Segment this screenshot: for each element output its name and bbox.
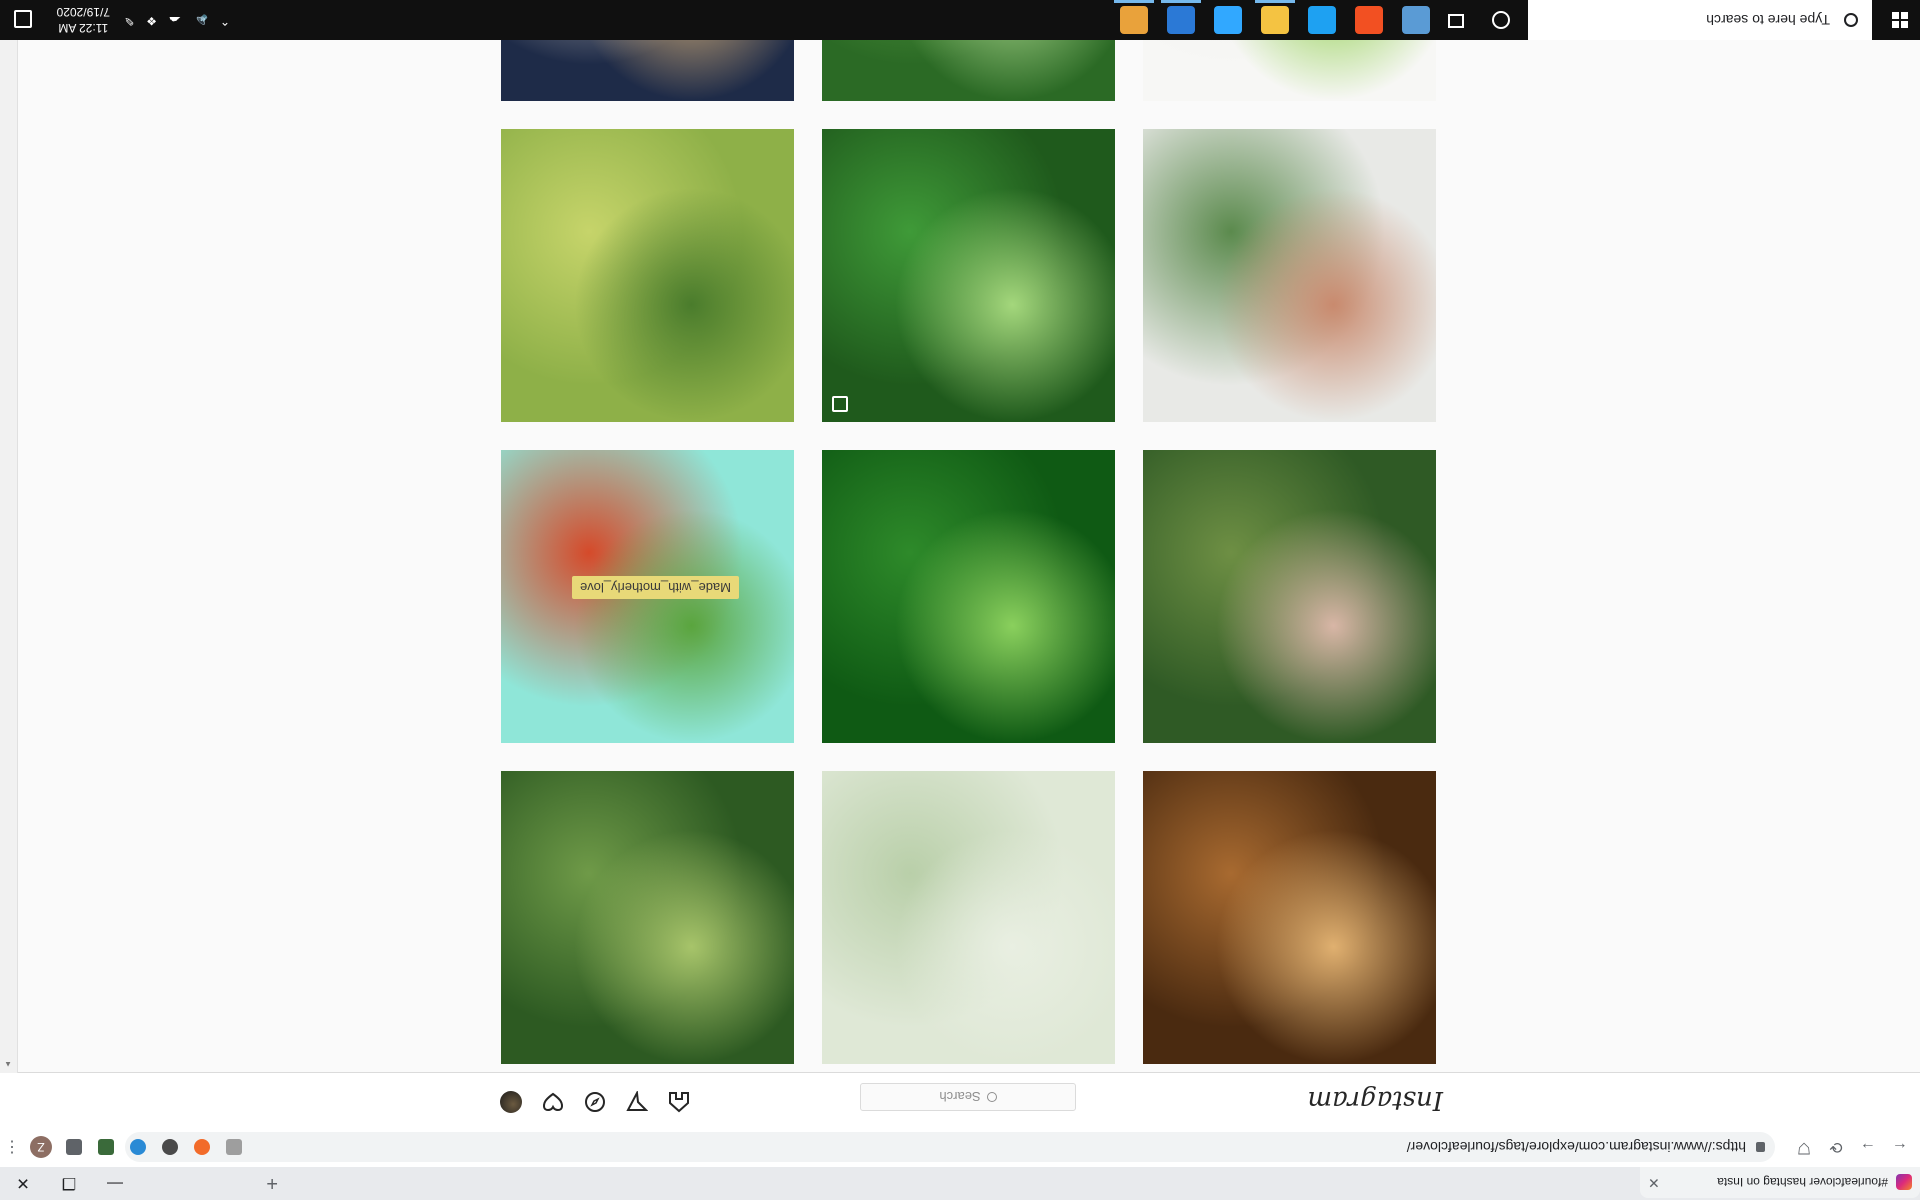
active-indicator (1161, 0, 1201, 3)
url-text: https://www.instagram.com/explore/tags/f… (1406, 1139, 1746, 1155)
grid-tile[interactable] (501, 30, 794, 101)
search-placeholder: Search (939, 1089, 981, 1105)
grid-tile[interactable] (1143, 771, 1436, 1064)
photo-grid: Made_with_motherly_love (501, 30, 1436, 1064)
grid-tile[interactable] (822, 129, 1115, 422)
reload-button[interactable]: ⟳ (1824, 1135, 1848, 1159)
tile-caption: Made_with_motherly_love (571, 576, 739, 599)
browser-toolbar: ← → ⟳ ⛉ https://www.instagram.com/explor… (0, 1126, 1920, 1167)
file-explorer-icon[interactable] (1261, 6, 1289, 34)
search-icon (1844, 13, 1858, 27)
taskbar-search-box[interactable]: Type here to search (1528, 0, 1872, 40)
address-bar[interactable]: https://www.instagram.com/explore/tags/f… (125, 1132, 1775, 1162)
new-tab-button[interactable]: + (266, 1171, 278, 1194)
search-icon (986, 1092, 997, 1102)
store-icon[interactable] (1355, 6, 1383, 34)
tab-close-icon[interactable]: ✕ (1648, 1174, 1660, 1191)
clock-time: 11:22 AM (58, 21, 109, 35)
avatar (500, 1091, 522, 1113)
grid-tile[interactable] (501, 129, 794, 422)
cortana-icon[interactable] (1492, 11, 1510, 29)
puzzle-icon[interactable] (66, 1139, 82, 1155)
tab-strip: #fourleafclover hashtag on Insta ✕ + — ❐… (0, 1167, 1920, 1200)
dropbox-icon[interactable]: ❖ (146, 14, 157, 28)
home-icon[interactable] (668, 1091, 690, 1113)
browser-tab[interactable]: #fourleafclover hashtag on Insta ✕ (1640, 1167, 1920, 1198)
profile-avatar[interactable] (500, 1091, 522, 1113)
instagram-header: Instagram Search (0, 1072, 1920, 1127)
extension-blue-icon[interactable] (130, 1139, 146, 1155)
explore-icon[interactable] (584, 1091, 606, 1113)
restore-button[interactable]: ❐ (46, 1167, 92, 1200)
profile-avatar-button[interactable]: Z (30, 1136, 52, 1158)
grid-tile[interactable] (822, 30, 1115, 101)
extension-x-icon[interactable] (194, 1139, 210, 1155)
extension-g-icon[interactable] (226, 1139, 242, 1155)
onedrive-icon[interactable]: ☁ (169, 14, 181, 28)
notification-icon[interactable] (14, 10, 32, 28)
onedrive-photos-icon[interactable] (1167, 6, 1195, 34)
minimize-button[interactable]: — (92, 1167, 138, 1200)
instagram-logo[interactable]: Instagram (1307, 1085, 1443, 1115)
shield-icon[interactable]: ⛉ (1792, 1135, 1816, 1159)
chrome-icon[interactable] (1120, 6, 1148, 34)
instagram-nav (500, 1091, 690, 1113)
windows-start-icon[interactable] (1892, 12, 1908, 28)
search-input[interactable]: Search (860, 1083, 1076, 1111)
lock-icon (1756, 1142, 1765, 1152)
grid-tile[interactable]: Made_with_motherly_love (501, 450, 794, 743)
chevron-up-icon[interactable]: ⌃ (220, 14, 230, 28)
grid-tile[interactable] (1143, 450, 1436, 743)
direct-icon[interactable] (626, 1091, 648, 1113)
instagram-favicon-icon (1896, 1174, 1912, 1191)
grid-tile[interactable] (822, 771, 1115, 1064)
grid-tile[interactable] (1143, 129, 1436, 422)
system-tray: ⌃ 🔈 ☁ ❖ ✎ (124, 14, 230, 28)
extension-dollar-icon[interactable] (98, 1139, 114, 1155)
active-indicator (1114, 0, 1154, 3)
back-button[interactable]: ← (1888, 1135, 1912, 1159)
active-indicator (1255, 0, 1295, 3)
multiple-photos-icon (832, 396, 848, 412)
grid-tile[interactable] (501, 771, 794, 1064)
taskbar-search-text: Type here to search (1706, 12, 1830, 28)
forward-button[interactable]: → (1856, 1135, 1880, 1159)
screen: #fourleafclover hashtag on Insta ✕ + — ❐… (0, 0, 1920, 1200)
clock-date: 7/19/2020 (56, 5, 110, 19)
scroll-up-icon[interactable]: ▲ (4, 1060, 12, 1069)
close-window-button[interactable]: ✕ (0, 1167, 46, 1200)
windows-taskbar: Type here to search ⌃ 🔈 ☁ ❖ ✎ 11:22 AM 7… (0, 0, 1920, 40)
photoshop-icon[interactable] (1214, 6, 1242, 34)
tab-title: #fourleafclover hashtag on Insta (1717, 1175, 1888, 1190)
task-view-icon[interactable] (1448, 14, 1464, 28)
grid-tile[interactable] (822, 450, 1115, 743)
page-scrollbar[interactable]: ▲ ▼ (0, 0, 18, 1073)
taskbar-clock[interactable]: 11:22 AM 7/19/2020 (57, 4, 110, 36)
menu-button[interactable]: ⋮ (0, 1135, 24, 1159)
activity-icon[interactable] (542, 1091, 564, 1113)
settings-icon[interactable] (1402, 6, 1430, 34)
grid-tile[interactable] (1143, 30, 1436, 101)
extension-circle-icon[interactable] (162, 1139, 178, 1155)
pen-icon[interactable]: ✎ (124, 14, 134, 28)
volume-icon[interactable]: 🔈 (193, 14, 208, 28)
edge-icon[interactable] (1308, 6, 1336, 34)
